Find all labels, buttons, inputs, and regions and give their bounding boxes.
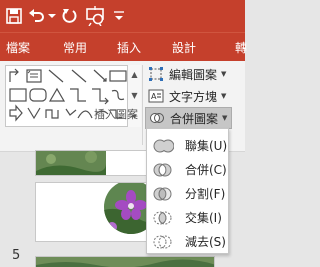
- customize-dropdown-icon[interactable]: [112, 6, 126, 26]
- fragment-icon: [153, 187, 172, 200]
- group-label-insert-shapes: 插入圖案: [94, 108, 138, 121]
- intersect-icon: [153, 211, 172, 224]
- text-box-label: 文字方塊: [169, 89, 218, 104]
- combine-icon: [153, 163, 172, 176]
- merge-shapes-button[interactable]: 合併圖案 ▼: [145, 107, 233, 129]
- subtract-icon: [153, 235, 172, 248]
- menu-item-intersect[interactable]: 交集(I): [147, 206, 228, 229]
- tab-file[interactable]: 檔案: [6, 39, 30, 56]
- menu-item-fragment[interactable]: 分割(F): [147, 182, 228, 205]
- flower-photo: [36, 257, 214, 267]
- text-box-button[interactable]: A 文字方塊 ▼: [148, 86, 226, 106]
- tab-design[interactable]: 設計: [172, 39, 196, 56]
- chevron-down-icon: ▼: [221, 92, 227, 100]
- menu-item-subtract[interactable]: 減去(S): [147, 230, 228, 253]
- ribbon-divider: [142, 65, 143, 145]
- merge-shapes-label: 合併圖案: [170, 111, 219, 126]
- slideshow-icon[interactable]: [85, 6, 107, 26]
- slide-number: 5: [12, 248, 21, 263]
- text-box-icon: A: [148, 89, 164, 103]
- gallery-up-icon[interactable]: ▲: [128, 65, 141, 85]
- svg-text:A: A: [151, 92, 157, 101]
- union-icon: [153, 138, 174, 153]
- edit-shape-label: 編輯圖案: [169, 67, 218, 82]
- edit-shape-button[interactable]: 編輯圖案 ▼: [148, 64, 226, 84]
- undo-icon[interactable]: [26, 6, 48, 26]
- menu-item-union[interactable]: 聯集(U): [147, 134, 228, 157]
- merge-shapes-menu: 聯集(U) 合併(C) 分割(F) 交集(I) 減去(S): [146, 128, 229, 254]
- quick-access-toolbar: [0, 0, 245, 33]
- undo-dropdown-icon[interactable]: [47, 6, 57, 26]
- menu-item-combine[interactable]: 合併(C): [147, 158, 228, 181]
- chevron-down-icon: ▼: [221, 70, 227, 78]
- redo-icon[interactable]: [60, 6, 82, 26]
- chevron-down-icon: ▼: [222, 114, 228, 122]
- merge-shapes-icon: [150, 113, 164, 123]
- save-icon[interactable]: [4, 6, 26, 26]
- gallery-down-icon[interactable]: ▼: [128, 86, 141, 106]
- slide-thumbnail[interactable]: [35, 256, 215, 267]
- tab-home[interactable]: 常用: [63, 39, 87, 56]
- edit-shape-icon: [149, 67, 163, 81]
- tab-transitions[interactable]: 轉: [235, 39, 247, 56]
- tab-insert[interactable]: 插入: [117, 39, 141, 56]
- ribbon-tabs: 檔案 常用 插入 設計 轉: [0, 33, 247, 61]
